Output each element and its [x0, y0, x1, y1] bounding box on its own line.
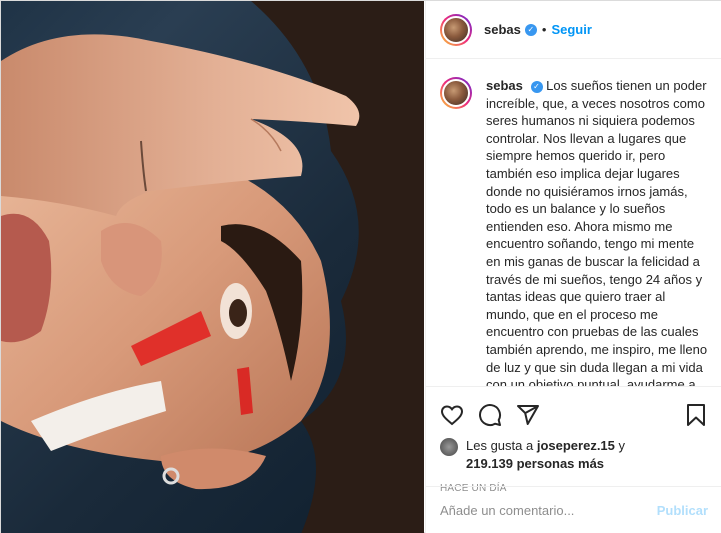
post-photo[interactable] — [1, 1, 424, 533]
action-section: Les gusta a joseperez.15 y 219.139 perso… — [426, 386, 721, 494]
publish-button[interactable]: Publicar — [657, 503, 708, 518]
likes-count[interactable]: 219.139 personas más — [466, 456, 604, 471]
action-bar — [440, 395, 708, 435]
likes-prefix: Les gusta a — [466, 438, 534, 453]
liker-username[interactable]: joseperez.15 — [537, 438, 615, 453]
bookmark-icon[interactable] — [684, 403, 708, 427]
post-header: sebas ✓ • Seguir — [426, 1, 721, 59]
comment-icon[interactable] — [478, 403, 502, 427]
liker-avatar[interactable] — [440, 438, 458, 456]
separator-dot: • — [541, 22, 547, 37]
likes-summary: Les gusta a joseperez.15 y 219.139 perso… — [440, 437, 708, 473]
heart-icon[interactable] — [440, 403, 464, 427]
caption-verified-icon: ✓ — [530, 80, 543, 93]
caption-avatar[interactable] — [440, 77, 472, 109]
share-icon[interactable] — [516, 403, 540, 427]
caption-text: Los sueños tienen un poder increíble, qu… — [486, 78, 708, 386]
username[interactable]: sebas — [484, 22, 521, 37]
verified-icon: ✓ — [524, 23, 537, 36]
post-side-panel: sebas ✓ • Seguir sebas ✓ Los sueños tien… — [425, 1, 721, 533]
portrait-image — [1, 1, 424, 533]
avatar[interactable] — [440, 13, 472, 46]
post-dialog: sebas ✓ • Seguir sebas ✓ Los sueños tien… — [0, 0, 721, 533]
likes-and: y — [618, 438, 626, 453]
caption-area: sebas ✓ Los sueños tienen un poder incre… — [426, 61, 721, 386]
caption: sebas ✓ Los sueños tienen un poder incre… — [486, 77, 708, 386]
caption-username[interactable]: sebas — [486, 78, 523, 93]
follow-button[interactable]: Seguir — [551, 22, 591, 37]
comment-input[interactable] — [440, 503, 657, 518]
add-comment-bar: Publicar — [426, 486, 721, 533]
